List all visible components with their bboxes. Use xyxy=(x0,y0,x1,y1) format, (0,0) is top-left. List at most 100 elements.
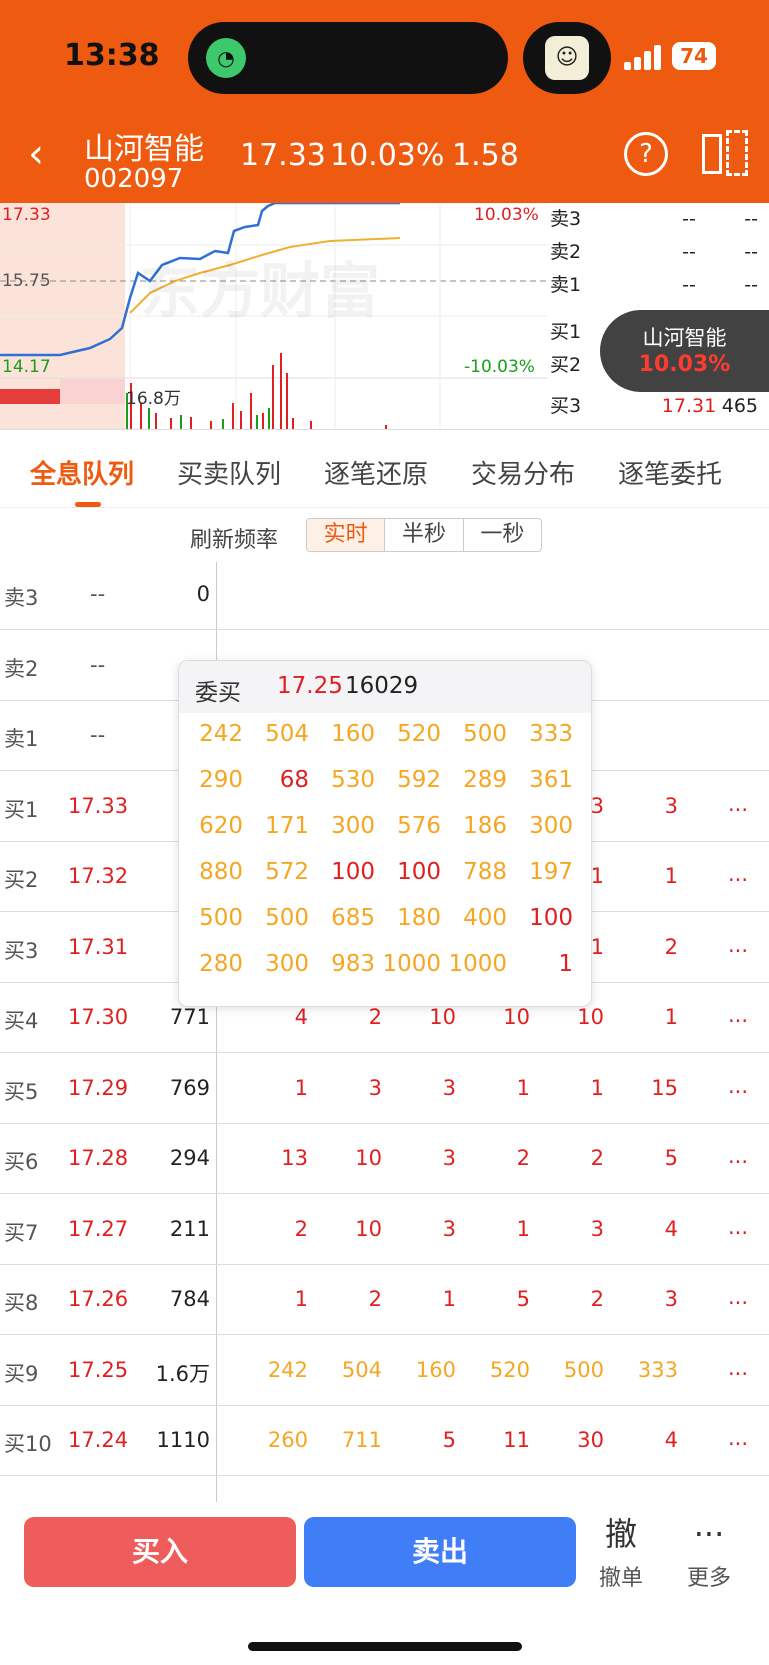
buy-button[interactable]: 买入 xyxy=(24,1517,296,1587)
queue-row[interactable]: 买7 17.27 211 2 10 3 1 3 4... xyxy=(0,1195,769,1265)
ob-row: 卖3 -- -- xyxy=(550,208,758,230)
queue-row[interactable]: 买5 17.29 769 1 3 3 1 1 15... xyxy=(0,1054,769,1124)
layout-switch-icon[interactable] xyxy=(702,130,750,178)
queue-order-size: 1 xyxy=(590,1075,604,1100)
queue-order-size: 3 xyxy=(368,1075,382,1100)
queue-order-size: 1 xyxy=(516,1216,530,1241)
row-more-button[interactable]: ... xyxy=(728,1215,748,1239)
floating-stock-badge[interactable]: 山河智能 10.03% xyxy=(600,310,769,392)
buy-queue-popup[interactable]: 委买 17.25 16029 242 504 160 520 500 333 290 68 53… xyxy=(178,660,592,1007)
volume-label: 16.8万 xyxy=(126,389,181,409)
popup-order-size: 983 xyxy=(331,951,375,977)
popup-order-size: 171 xyxy=(265,813,309,839)
popup-order-size: 100 xyxy=(331,859,375,885)
chart-low-label: 14.17 xyxy=(2,357,51,377)
popup-order-size: 242 xyxy=(199,721,243,747)
queue-row[interactable]: 买9 17.25 1.6万 242 504 160 520 500 333... xyxy=(0,1336,769,1406)
row-price: 17.24 xyxy=(68,1428,129,1452)
queue-order-size: 3 xyxy=(664,1287,678,1311)
queue-order-size: 260 xyxy=(267,1428,308,1452)
ob-row: 卖1 -- -- xyxy=(550,274,758,296)
stock-change: 1.58 xyxy=(452,138,519,173)
intraday-chart[interactable]: 东方财富 17.33 15.75 14.17 10.03% -10.03% 16… xyxy=(0,203,769,430)
cancel-order-button[interactable]: 撤 撤单 xyxy=(586,1512,656,1592)
popup-order-size: 68 xyxy=(279,767,309,793)
queue-order-size: 4 xyxy=(664,1216,678,1241)
queue-order-size: 4 xyxy=(664,1428,678,1452)
queue-order-size: 1 xyxy=(664,864,678,888)
popup-order-size: 500 xyxy=(199,905,243,931)
queue-order-size: 3 xyxy=(442,1146,456,1170)
queue-row[interactable]: 买6 17.28 294 13 10 3 2 2 5... xyxy=(0,1124,769,1194)
cancel-icon: 撤 xyxy=(604,1515,637,1553)
row-more-button[interactable]: ... xyxy=(728,933,748,957)
row-more-button[interactable]: ... xyxy=(728,792,748,816)
row-price: 17.33 xyxy=(68,793,129,818)
queue-order-size: 10 xyxy=(429,1005,456,1029)
queue-order-size: 10 xyxy=(355,1146,382,1170)
row-level-label: 卖1 xyxy=(4,727,39,751)
row-level-label: 买6 xyxy=(4,1150,39,1174)
row-more-button[interactable]: ... xyxy=(728,1285,748,1309)
row-volume: 0 xyxy=(196,582,210,606)
popup-label: 委买 xyxy=(195,680,241,706)
refresh-option-half-second[interactable]: 半秒 xyxy=(385,519,464,551)
tab-full-queue[interactable]: 全息队列 xyxy=(30,454,134,491)
queue-order-size: 10 xyxy=(503,1005,530,1029)
popup-order-size: 361 xyxy=(529,767,573,793)
row-price: 17.25 xyxy=(68,1357,129,1382)
queue-order-size: 5 xyxy=(664,1146,678,1170)
stock-code: 002097 xyxy=(84,164,184,194)
refresh-option-realtime[interactable]: 实时 xyxy=(307,519,386,551)
popup-order-size: 572 xyxy=(265,859,309,885)
queue-order-size: 3 xyxy=(442,1216,456,1241)
row-price: 17.32 xyxy=(68,864,129,888)
queue-order-size: 10 xyxy=(577,1005,604,1029)
refresh-label: 刷新频率 xyxy=(190,528,279,553)
row-price: 17.26 xyxy=(68,1287,129,1311)
row-more-button[interactable]: ... xyxy=(728,1074,748,1098)
tab-tick-replay[interactable]: 逐笔还原 xyxy=(324,454,428,491)
row-price: -- xyxy=(90,723,106,747)
tab-trade-distribution[interactable]: 交易分布 xyxy=(471,454,575,491)
queue-order-size: 13 xyxy=(281,1146,308,1170)
status-time: 13:38 xyxy=(64,38,160,73)
watermark: 东方财富 xyxy=(140,257,380,327)
row-volume: 1110 xyxy=(156,1428,210,1452)
battery-icon: 74 xyxy=(672,42,716,70)
dynamic-island: ◔ xyxy=(188,22,508,94)
row-level-label: 买4 xyxy=(4,1009,39,1033)
row-more-button[interactable]: ... xyxy=(728,1356,748,1380)
row-more-button[interactable]: ... xyxy=(728,1144,748,1168)
queue-order-size: 1 xyxy=(664,1005,678,1029)
row-volume: 294 xyxy=(169,1146,210,1170)
popup-order-size: 186 xyxy=(463,813,507,839)
queue-order-size: 500 xyxy=(563,1357,604,1382)
refresh-option-one-second[interactable]: 一秒 xyxy=(464,519,541,551)
row-price: 17.30 xyxy=(68,1005,129,1029)
queue-order-size: 10 xyxy=(355,1216,382,1241)
stock-name: 山河智能 xyxy=(84,132,204,167)
badge-name: 山河智能 xyxy=(642,326,727,350)
queue-row[interactable]: 卖3 -- 0 xyxy=(0,562,769,630)
row-more-button[interactable]: ... xyxy=(728,1426,748,1450)
more-label: 更多 xyxy=(686,1566,731,1591)
popup-order-size: 300 xyxy=(265,951,309,977)
queue-order-size: 2 xyxy=(590,1287,604,1311)
row-level-label: 卖3 xyxy=(4,586,39,610)
back-icon[interactable]: ‹ xyxy=(28,134,44,174)
tab-tick-orders[interactable]: 逐笔委托 xyxy=(618,454,722,491)
queue-row[interactable]: 买8 17.26 784 1 2 1 5 2 3... xyxy=(0,1265,769,1335)
row-price: 17.31 xyxy=(68,934,129,959)
popup-order-size: 280 xyxy=(199,951,243,977)
queue-row[interactable]: 买10 17.24 1110 260 711 5 11 30 4... xyxy=(0,1406,769,1476)
row-price: -- xyxy=(90,652,106,677)
row-volume: 784 xyxy=(169,1287,210,1311)
row-more-button[interactable]: ... xyxy=(728,862,748,886)
row-more-button[interactable]: ... xyxy=(728,1003,748,1027)
queue-order-size: 1 xyxy=(294,1075,308,1100)
tab-bid-ask-queue[interactable]: 买卖队列 xyxy=(177,454,281,491)
sell-button[interactable]: 卖出 xyxy=(304,1517,576,1587)
more-button[interactable]: ··· 更多 xyxy=(674,1512,744,1592)
help-icon[interactable]: ? xyxy=(624,132,668,176)
